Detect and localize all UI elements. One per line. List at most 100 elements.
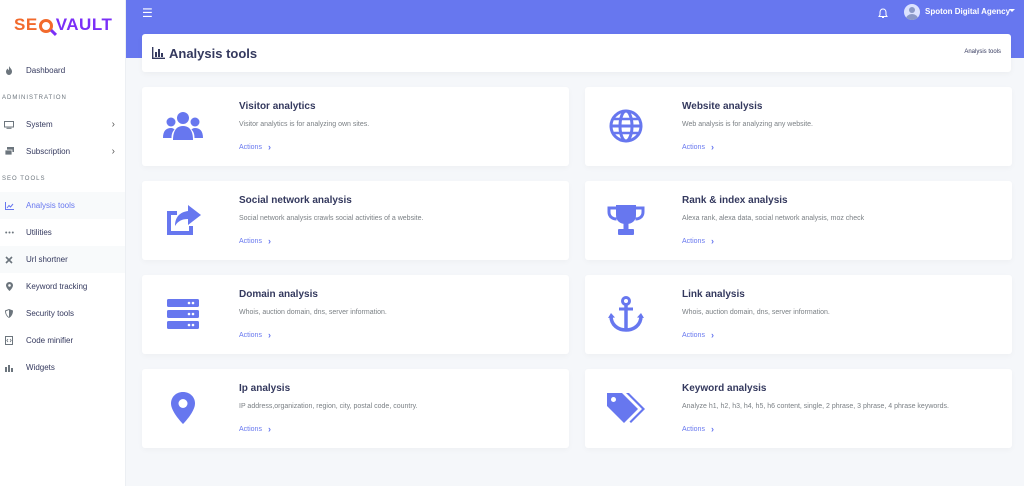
sidebar-item-utilities[interactable]: Utilities: [0, 219, 125, 246]
puzzle-icon: [4, 363, 14, 373]
card-description: Visitor analytics is for analyzing own s…: [239, 121, 370, 128]
sidebar-item-label: Dashboard: [26, 66, 66, 75]
card-title: Social network analysis: [239, 195, 352, 206]
map-pin-icon: [4, 282, 14, 292]
cross-icon: [4, 255, 14, 265]
card-title: Domain analysis: [239, 289, 318, 300]
actions-link[interactable]: Actions ›: [239, 424, 271, 434]
sidebar-item-url-shortner[interactable]: Url shortner: [0, 246, 125, 273]
actions-link[interactable]: Actions ›: [682, 424, 714, 434]
fire-icon: [4, 66, 14, 76]
sidebar-item-code-minifier[interactable]: Code minifier: [0, 327, 125, 354]
chevron-right-icon: ›: [710, 142, 714, 152]
share-icon: [162, 201, 204, 239]
sidebar-item-label: Url shortner: [26, 255, 68, 264]
card-description: Social network analysis crawls social ac…: [239, 215, 424, 222]
chevron-right-icon: ›: [267, 236, 271, 246]
card-title: Keyword analysis: [682, 383, 767, 394]
caret-down-icon[interactable]: [1009, 9, 1015, 12]
card-ip-analysis: Ip analysis IP address,organization, reg…: [142, 369, 569, 448]
location-icon: [162, 389, 204, 427]
card-website-analysis: Website analysis Web analysis is for ana…: [585, 87, 1012, 166]
chevron-right-icon: ›: [710, 424, 714, 434]
sidebar-item-label: Security tools: [26, 309, 75, 318]
bell-icon[interactable]: [878, 6, 890, 18]
card-description: Web analysis is for analyzing any websit…: [682, 121, 813, 128]
page-header: Analysis tools Analysis tools: [142, 34, 1011, 72]
card-domain-analysis: Domain analysis Whois, auction domain, d…: [142, 275, 569, 354]
sidebar-item-subscription[interactable]: Subscription ›: [0, 138, 125, 165]
sidebar-item-system[interactable]: System ›: [0, 111, 125, 138]
card-description: IP address,organization, region, city, p…: [239, 403, 418, 410]
card-title: Link analysis: [682, 289, 745, 300]
sidebar-item-label: Subscription: [26, 147, 71, 156]
sidebar-item-dashboard[interactable]: Dashboard: [0, 57, 125, 84]
monitor-icon: [4, 120, 14, 130]
actions-label: Actions: [239, 425, 262, 433]
sidebar-item-widgets[interactable]: Widgets: [0, 354, 125, 381]
actions-label: Actions: [682, 425, 705, 433]
actions-label: Actions: [239, 237, 262, 245]
actions-link[interactable]: Actions ›: [239, 142, 271, 152]
chevron-right-icon: ›: [267, 330, 271, 340]
actions-link[interactable]: Actions ›: [239, 236, 271, 246]
chevron-right-icon: ›: [267, 142, 271, 152]
card-title: Visitor analytics: [239, 101, 316, 112]
card-social-network-analysis: Social network analysis Social network a…: [142, 181, 569, 260]
card-description: Whois, auction domain, dns, server infor…: [682, 309, 830, 316]
sidebar-item-label: System: [26, 120, 53, 129]
logo-text-vault: VAULT: [55, 15, 113, 34]
page-title: Analysis tools: [169, 46, 258, 61]
sidebar-item-analysis-tools[interactable]: Analysis tools: [0, 192, 125, 219]
card-title: Rank & index analysis: [682, 195, 788, 206]
sidebar-item-label: Keyword tracking: [26, 282, 88, 291]
code-file-icon: [4, 336, 14, 346]
trophy-icon: [605, 201, 647, 239]
menu-header-seo-tools: SEO TOOLS: [2, 175, 46, 182]
hamburger-menu-icon[interactable]: ☰: [142, 7, 153, 19]
chevron-right-icon: ›: [710, 330, 714, 340]
actions-link[interactable]: Actions ›: [682, 330, 714, 340]
server-icon: [162, 295, 204, 333]
actions-link[interactable]: Actions ›: [682, 236, 714, 246]
sidebar-item-label: Utilities: [26, 228, 52, 237]
layers-icon: [4, 147, 14, 157]
card-description: Whois, auction domain, dns, server infor…: [239, 309, 387, 316]
actions-link[interactable]: Actions ›: [682, 142, 714, 152]
card-visitor-analytics: Visitor analytics Visitor analytics is f…: [142, 87, 569, 166]
card-description: Analyze h1, h2, h3, h4, h5, h6 content, …: [682, 403, 949, 410]
sidebar-item-keyword-tracking[interactable]: Keyword tracking: [0, 273, 125, 300]
ellipsis-icon: [4, 228, 14, 238]
chevron-right-icon: ›: [111, 146, 115, 157]
card-description: Alexa rank, alexa data, social network a…: [682, 215, 865, 222]
sidebar-item-label: Widgets: [26, 363, 55, 372]
shield-icon: [4, 309, 14, 319]
sidebar-item-label: Code minifier: [26, 336, 74, 345]
logo[interactable]: SE VAULT: [0, 0, 125, 50]
magnifier-icon: [38, 19, 53, 33]
logo-text-seo: SE: [14, 15, 38, 34]
chevron-right-icon: ›: [710, 236, 714, 246]
card-keyword-analysis: Keyword analysis Analyze h1, h2, h3, h4,…: [585, 369, 1012, 448]
breadcrumb: Analysis tools: [964, 49, 1001, 55]
chevron-right-icon: ›: [111, 119, 115, 130]
chevron-right-icon: ›: [267, 424, 271, 434]
chart-icon: [4, 201, 14, 211]
actions-label: Actions: [239, 143, 262, 151]
tags-icon: [605, 389, 647, 427]
sidebar-item-security-tools[interactable]: Security tools: [0, 300, 125, 327]
globe-icon: [605, 107, 647, 145]
actions-label: Actions: [682, 331, 705, 339]
card-title: Ip analysis: [239, 383, 291, 394]
card-title: Website analysis: [682, 101, 763, 112]
actions-label: Actions: [239, 331, 262, 339]
card-link-analysis: Link analysis Whois, auction domain, dns…: [585, 275, 1012, 354]
anchor-icon: [605, 295, 647, 333]
user-name[interactable]: Spoton Digital Agency: [925, 7, 1010, 16]
actions-link[interactable]: Actions ›: [239, 330, 271, 340]
users-icon: [162, 107, 204, 145]
menu-header-administration: ADMINISTRATION: [2, 94, 67, 101]
avatar[interactable]: [904, 4, 920, 20]
sidebar: SE VAULT Dashboard ADMINISTRATION System …: [0, 0, 126, 486]
actions-label: Actions: [682, 143, 705, 151]
